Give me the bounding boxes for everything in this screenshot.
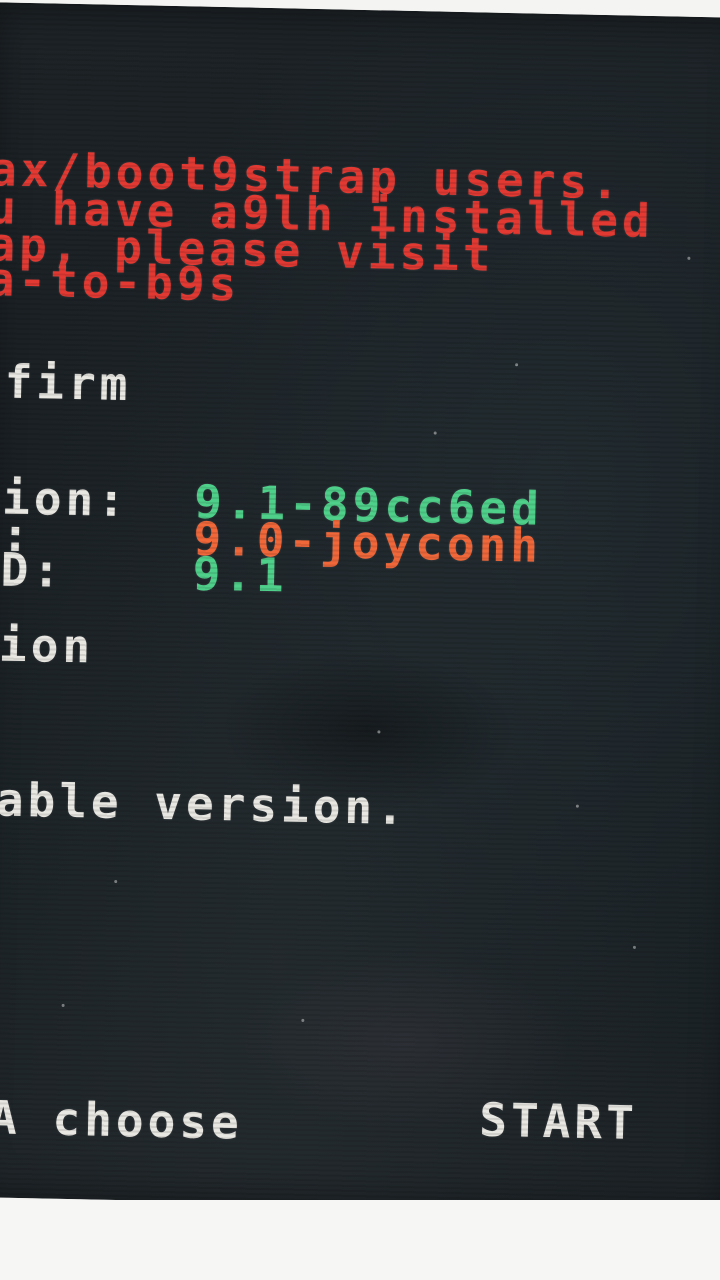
dust-speck (687, 256, 691, 260)
dust-speck (301, 1018, 305, 1022)
device-bezel (0, 1200, 720, 1280)
third-value: 9.1 (192, 546, 289, 603)
notice-line-4: a-to-b9s (0, 252, 241, 312)
dust-speck (377, 730, 381, 734)
device-screen: ax/boot9strap users. u have a9lh install… (0, 2, 720, 1213)
menu-option-label[interactable]: ion (0, 617, 95, 673)
photo-frame: ax/boot9strap users. u have a9lh install… (0, 0, 720, 1280)
dust-speck (632, 945, 636, 949)
menu-firm-label[interactable]: firm (4, 355, 132, 412)
dust-speck (433, 431, 437, 435)
status-text: able version. (0, 772, 409, 836)
footer-choose-hint[interactable]: A choose (0, 1090, 243, 1149)
dust-speck (218, 216, 222, 221)
dust-speck (114, 879, 118, 883)
dust-speck (575, 804, 579, 808)
third-label: D: (0, 542, 65, 598)
dust-speck (515, 363, 519, 367)
footer-start-hint[interactable]: START (479, 1093, 639, 1150)
dust-speck (61, 1003, 65, 1007)
